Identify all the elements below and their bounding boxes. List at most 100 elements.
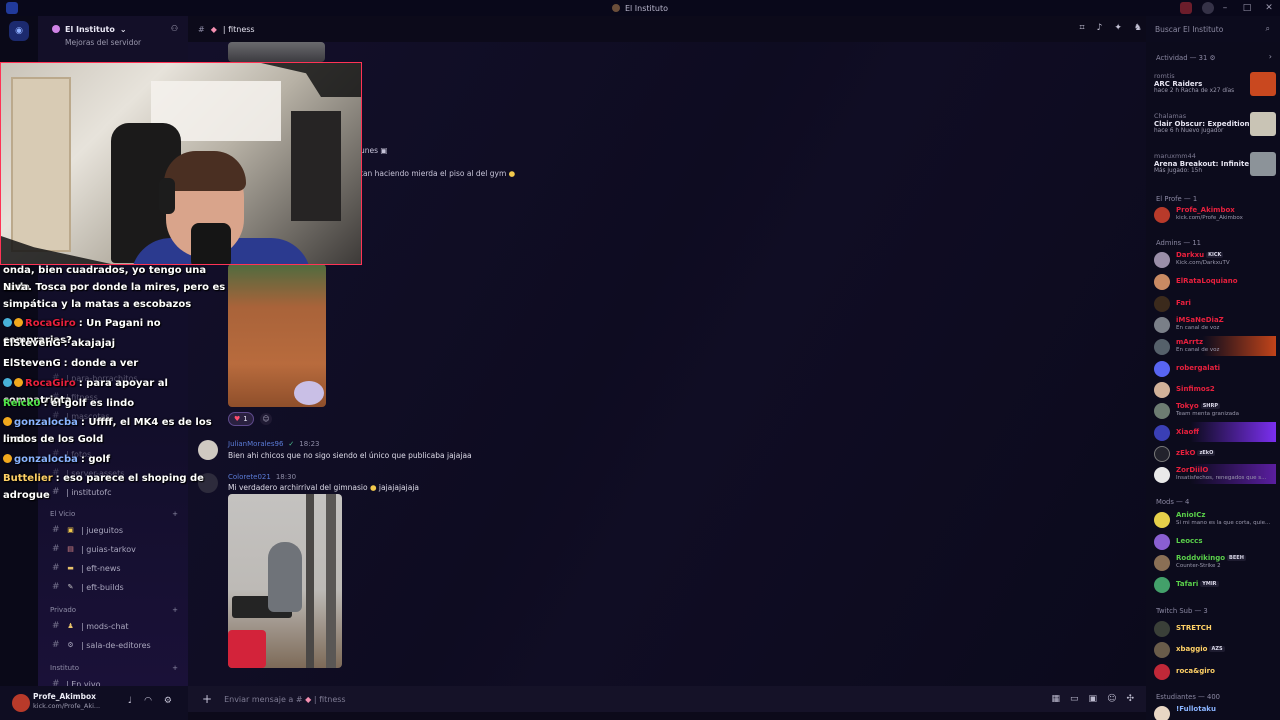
message-input-placeholder[interactable]: Enviar mensaje a # ◆ | fitness	[224, 695, 346, 704]
member-item[interactable]: STRETCH	[1154, 618, 1276, 638]
activity-card[interactable]: Chalamas Clair Obscur: Expedition 33 hac…	[1154, 112, 1276, 142]
message-body: Bien ahi chicos que no sigo siendo el ún…	[228, 451, 472, 460]
close-button[interactable]: ✕	[1258, 3, 1280, 13]
game-art	[1250, 112, 1276, 136]
category-instituto[interactable]: Instituto +	[50, 664, 178, 672]
member-item[interactable]: roca&giro	[1154, 661, 1276, 681]
window-title-text: El Instituto	[624, 3, 668, 13]
invite-people-icon[interactable]: ⚇	[171, 24, 178, 33]
member-item[interactable]: AnioICz Si mi mano es la que corta, quie.…	[1154, 509, 1276, 529]
channel-item-eft-news[interactable]: # ▬ | eft-news	[52, 560, 182, 576]
chevron-right-icon[interactable]: ›	[1269, 52, 1272, 61]
settings-gear-icon[interactable]: ⚙	[1209, 54, 1215, 62]
category-el-vicio[interactable]: El Vicio +	[50, 510, 178, 518]
server-boost-link[interactable]: Mejoras del servidor	[65, 38, 141, 47]
avatar[interactable]	[12, 694, 30, 712]
channel-item-eft-builds[interactable]: # ✎ | eft-builds	[52, 579, 182, 595]
activity-card[interactable]: maruxmm44 Arena Breakout: Infinite Más j…	[1154, 152, 1276, 182]
add-attachment-icon[interactable]: +	[202, 692, 212, 706]
message-composer[interactable]: + Enviar mensaje a # ◆ | fitness ▦ ▭ ▣ ☺…	[188, 686, 1146, 712]
chat-username: RocaGiro	[25, 378, 76, 389]
channel-item-guias-tarkov[interactable]: # ▤ | guias-tarkov	[52, 541, 182, 557]
add-channel-icon[interactable]: +	[172, 664, 178, 672]
minimize-button[interactable]: –	[1214, 3, 1236, 13]
hash-icon: #	[52, 582, 60, 592]
channel-item-sala-de-editores[interactable]: # ⚙ | sala-de-editores	[52, 637, 182, 653]
sticker-icon[interactable]: ▣	[1089, 694, 1098, 704]
member-item[interactable]: Sinfimos2	[1154, 379, 1276, 399]
add-reaction-icon[interactable]: ☺	[260, 413, 272, 425]
member-item[interactable]: robergalati	[1154, 358, 1276, 378]
user-status: kick.com/Profe_Aki...	[33, 702, 101, 710]
hash-icon: #	[52, 621, 60, 631]
member-status: Team menta granizada	[1176, 411, 1240, 417]
settings-gear-icon[interactable]: ⚙	[164, 696, 172, 706]
avatar	[1154, 296, 1170, 312]
microphone-shape	[191, 223, 231, 264]
member-item[interactable]: ElRataLoquiano	[1154, 271, 1276, 291]
category-privado[interactable]: Privado +	[50, 606, 178, 614]
search-icon: ⌕	[1265, 24, 1270, 33]
message-image[interactable]	[228, 494, 342, 668]
search-input[interactable]: Buscar El Instituto ⌕	[1146, 16, 1280, 42]
message-body-end: jajajajajaja	[378, 483, 419, 492]
microphone-icon[interactable]: ♩	[128, 696, 132, 706]
member-item[interactable]: !Fullotaku	[1154, 703, 1276, 720]
maximize-button[interactable]: □	[1236, 3, 1258, 13]
message-author[interactable]: Colorete021	[228, 473, 271, 481]
member-item[interactable]: Leoccs	[1154, 531, 1276, 551]
message-image[interactable]	[228, 42, 325, 62]
inbox-icon[interactable]	[1180, 2, 1192, 14]
notification-bell-icon[interactable]: ♪	[1097, 23, 1103, 33]
member-item[interactable]: Darkxu KICK Kick.com/DarkxuTV	[1154, 249, 1276, 269]
pole-shape	[306, 494, 314, 668]
role-header: Estudiantes — 400	[1156, 693, 1220, 701]
add-channel-icon[interactable]: +	[172, 510, 178, 518]
channel-item-jueguitos[interactable]: # ▣ | jueguitos	[52, 522, 182, 538]
reaction-heart[interactable]: ♥ 1	[228, 412, 254, 426]
member-item[interactable]: ZorDiilO Insatisfechos, renegados que s..…	[1154, 464, 1276, 484]
help-icon[interactable]	[1202, 2, 1214, 14]
add-channel-icon[interactable]: +	[172, 606, 178, 614]
headphones-icon[interactable]: ◠	[144, 696, 152, 706]
server-icon	[611, 4, 620, 12]
channel-item-mods-chat[interactable]: # ♟ | mods-chat	[52, 618, 182, 634]
home-button[interactable]: ◉	[9, 21, 29, 41]
emoji-icon[interactable]: ☺	[1107, 694, 1116, 704]
chat-username: Reick0	[3, 398, 41, 409]
member-item[interactable]: iMSaNeDiaZ En canal de voz	[1154, 314, 1276, 334]
avatar	[1154, 706, 1170, 720]
globe-badge-icon	[3, 318, 12, 327]
member-item[interactable]: Tokyo SHRP Team menta granizada	[1154, 400, 1276, 420]
hash-icon: #	[198, 24, 205, 34]
member-item[interactable]: mArrtz En canal de voz	[1154, 336, 1276, 356]
apps-icon[interactable]: ✣	[1126, 694, 1134, 704]
game-art	[1250, 152, 1276, 176]
threads-icon[interactable]: ⌗	[1080, 23, 1085, 33]
gif-icon[interactable]: ▭	[1070, 694, 1079, 704]
message-body-text: Mi verdadero archirrival del gimnasio	[228, 483, 368, 492]
activity-card[interactable]: romtis ARC Raiders hace 2 h Racha de x27…	[1154, 72, 1276, 102]
member-item[interactable]: xbaggio AZS	[1154, 639, 1276, 659]
avatar	[1154, 512, 1170, 528]
member-item[interactable]: zEkO zEkO	[1154, 443, 1276, 463]
hash-icon: #	[52, 544, 60, 554]
member-item[interactable]: Roddvikingo BEEH Counter-Strike 2	[1154, 552, 1276, 572]
member-status: Kick.com/DarkxuTV	[1176, 260, 1230, 266]
message-image[interactable]	[228, 264, 326, 407]
avatar	[1154, 577, 1170, 593]
message-author[interactable]: JulianMorales96	[228, 440, 283, 448]
message-time: 18:30	[275, 473, 297, 481]
avatar	[1154, 642, 1170, 658]
chat-text: : golf	[80, 454, 111, 465]
heart-icon: ♥	[234, 415, 241, 423]
member-item[interactable]: Tafari YMIR	[1154, 574, 1276, 594]
member-item[interactable]: Fari	[1154, 293, 1276, 313]
gift-icon[interactable]: ▦	[1052, 694, 1061, 704]
chat-line: ElStevenG: akajajaj	[3, 335, 231, 352]
hash-icon: #	[52, 640, 60, 650]
pin-icon[interactable]: ✦	[1114, 23, 1122, 33]
member-item[interactable]: Xiaoff	[1154, 422, 1276, 442]
member-list-icon[interactable]: ♞	[1134, 23, 1142, 33]
member-item[interactable]: Profe_Akimbox kick.com/Profe_Akimbox	[1154, 204, 1276, 224]
